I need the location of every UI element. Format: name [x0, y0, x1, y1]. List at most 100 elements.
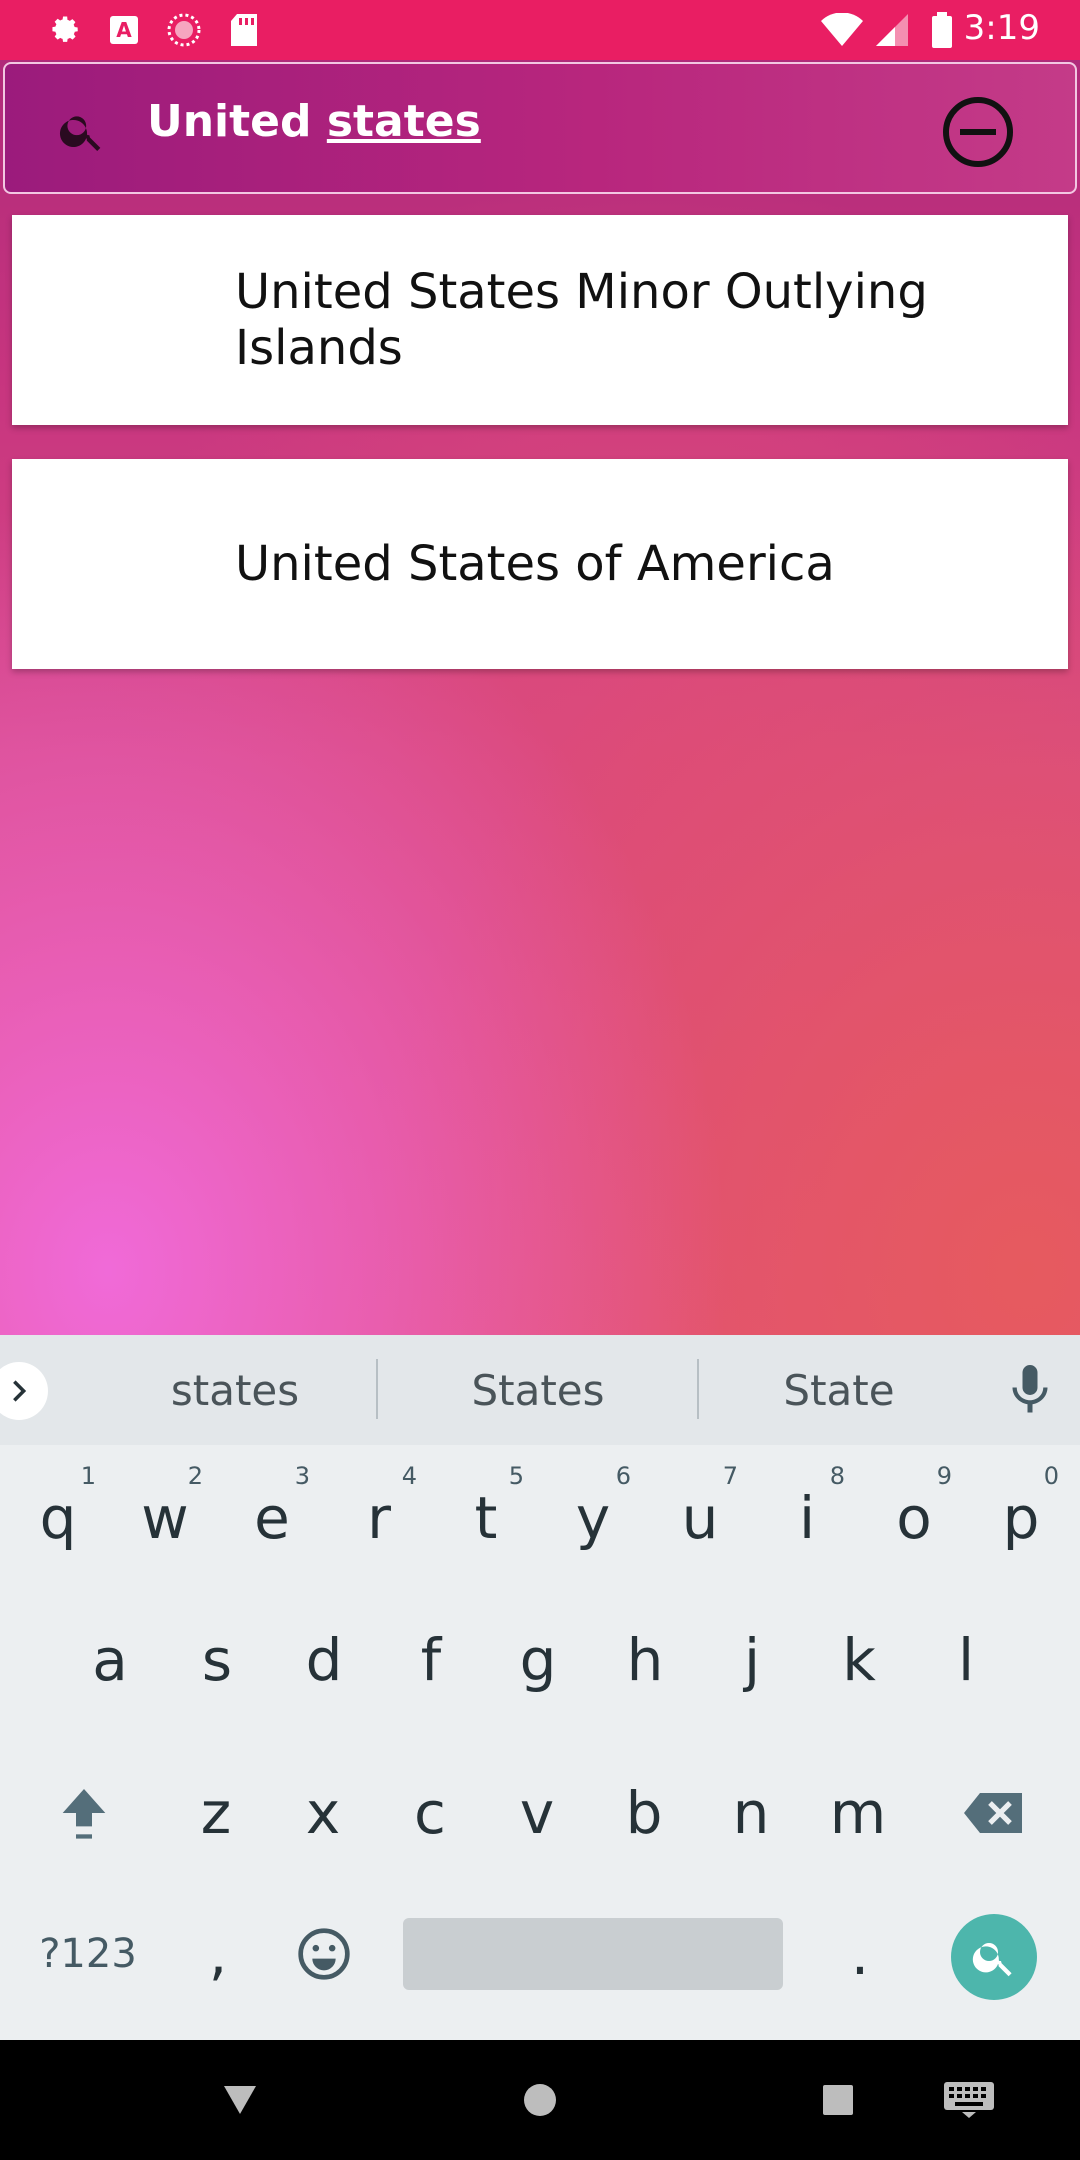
suggestion-1[interactable]: states: [80, 1335, 390, 1445]
key-h[interactable]: h: [595, 1590, 695, 1730]
circle-dots-icon: [164, 10, 204, 50]
key-n[interactable]: n: [701, 1743, 801, 1883]
battery-icon: [922, 10, 962, 50]
emoji-icon: [298, 1928, 350, 1980]
home-circle-icon[interactable]: [510, 2070, 570, 2130]
backspace-key[interactable]: [944, 1743, 1044, 1883]
chevron-right-icon[interactable]: [0, 1362, 48, 1420]
key-y[interactable]: y6: [543, 1448, 643, 1588]
key-j[interactable]: j: [702, 1590, 802, 1730]
search-icon: [57, 106, 107, 156]
key-e[interactable]: e3: [222, 1448, 322, 1588]
result-item[interactable]: United States of America: [12, 459, 1068, 669]
key-q[interactable]: q1: [8, 1448, 108, 1588]
key-hint: 3: [294, 1462, 310, 1490]
key-label: c: [414, 1779, 446, 1847]
key-label: g: [519, 1626, 557, 1694]
shift-key[interactable]: [34, 1743, 134, 1883]
navigation-bar: [0, 2040, 1080, 2160]
search-icon: [972, 1943, 1012, 1977]
key-label: f: [420, 1626, 442, 1694]
key-w[interactable]: w2: [115, 1448, 215, 1588]
key-v[interactable]: v: [487, 1743, 587, 1883]
key-hint: 0: [1043, 1462, 1059, 1490]
svg-text:A: A: [116, 18, 132, 42]
key-label: l: [957, 1626, 975, 1694]
key-k[interactable]: k: [809, 1590, 909, 1730]
status-bar: A 3:19: [0, 0, 1080, 60]
key-u[interactable]: u7: [650, 1448, 750, 1588]
result-label: United States Minor Outlying Islands: [235, 264, 928, 376]
key-hint: 1: [80, 1462, 96, 1490]
key-label: u: [681, 1484, 719, 1552]
result-label: United States of America: [235, 536, 835, 592]
key-hint: 5: [508, 1462, 524, 1490]
period-key[interactable]: .: [810, 1884, 910, 2024]
key-t[interactable]: t5: [436, 1448, 536, 1588]
key-f[interactable]: f: [381, 1590, 481, 1730]
mic-icon[interactable]: [1000, 1360, 1060, 1420]
gear-icon: [44, 10, 84, 50]
key-hint: 4: [401, 1462, 417, 1490]
key-hint: 9: [936, 1462, 952, 1490]
key-a[interactable]: a: [60, 1590, 160, 1730]
key-o[interactable]: o9: [864, 1448, 964, 1588]
minus-circle-icon[interactable]: [940, 94, 1016, 170]
comma-key[interactable]: ,: [168, 1884, 268, 2024]
key-label: h: [626, 1626, 664, 1694]
key-label: b: [625, 1779, 663, 1847]
key-label: j: [743, 1626, 761, 1694]
status-time: 3:19: [963, 8, 1040, 48]
backspace-icon: [964, 1793, 1022, 1833]
key-b[interactable]: b: [594, 1743, 694, 1883]
key-l[interactable]: l: [916, 1590, 1016, 1730]
emoji-key[interactable]: [274, 1884, 374, 2024]
key-label: k: [842, 1626, 876, 1694]
result-item[interactable]: United States Minor Outlying Islands: [12, 215, 1068, 425]
signal-icon: [872, 10, 912, 50]
suggestion-bar: states States State: [0, 1335, 1080, 1445]
key-label: w: [141, 1484, 189, 1552]
keyboard-icon[interactable]: [934, 2070, 1004, 2130]
search-query-composing: states: [326, 96, 481, 147]
space-key[interactable]: [403, 1918, 783, 1990]
recents-square-icon[interactable]: [808, 2070, 868, 2130]
key-i[interactable]: i8: [757, 1448, 857, 1588]
key-g[interactable]: g: [488, 1590, 588, 1730]
suggestion-2[interactable]: States: [378, 1335, 698, 1445]
key-p[interactable]: p0: [971, 1448, 1071, 1588]
key-label: z: [200, 1779, 232, 1847]
key-hint: 6: [615, 1462, 631, 1490]
key-m[interactable]: m: [808, 1743, 908, 1883]
suggestion-3[interactable]: State: [699, 1335, 979, 1445]
key-d[interactable]: d: [274, 1590, 374, 1730]
key-label: t: [474, 1484, 498, 1552]
enter-search-key[interactable]: [951, 1914, 1037, 2000]
key-hint: 8: [829, 1462, 845, 1490]
key-label: p: [1002, 1484, 1040, 1552]
key-label: x: [305, 1779, 341, 1847]
key-label: m: [829, 1779, 887, 1847]
key-r[interactable]: r4: [329, 1448, 429, 1588]
key-x[interactable]: x: [273, 1743, 373, 1883]
wifi-icon: [818, 10, 866, 50]
key-label: e: [254, 1484, 290, 1552]
key-hint: 7: [722, 1462, 738, 1490]
key-label: y: [575, 1484, 611, 1552]
key-label: o: [896, 1484, 932, 1552]
key-label: s: [201, 1626, 233, 1694]
search-query-prefix: United: [147, 96, 327, 147]
key-hint: 2: [187, 1462, 203, 1490]
back-triangle-icon[interactable]: [210, 2070, 270, 2130]
search-input[interactable]: United states: [147, 96, 481, 147]
sd-card-icon: [224, 10, 264, 50]
search-bar[interactable]: United states: [3, 62, 1077, 194]
key-c[interactable]: c: [380, 1743, 480, 1883]
key-z[interactable]: z: [166, 1743, 266, 1883]
key-label: q: [39, 1484, 77, 1552]
shift-icon: [62, 1789, 106, 1839]
symbols-key[interactable]: ?123: [28, 1884, 148, 2024]
key-label: n: [732, 1779, 770, 1847]
key-label: a: [92, 1626, 128, 1694]
key-s[interactable]: s: [167, 1590, 267, 1730]
